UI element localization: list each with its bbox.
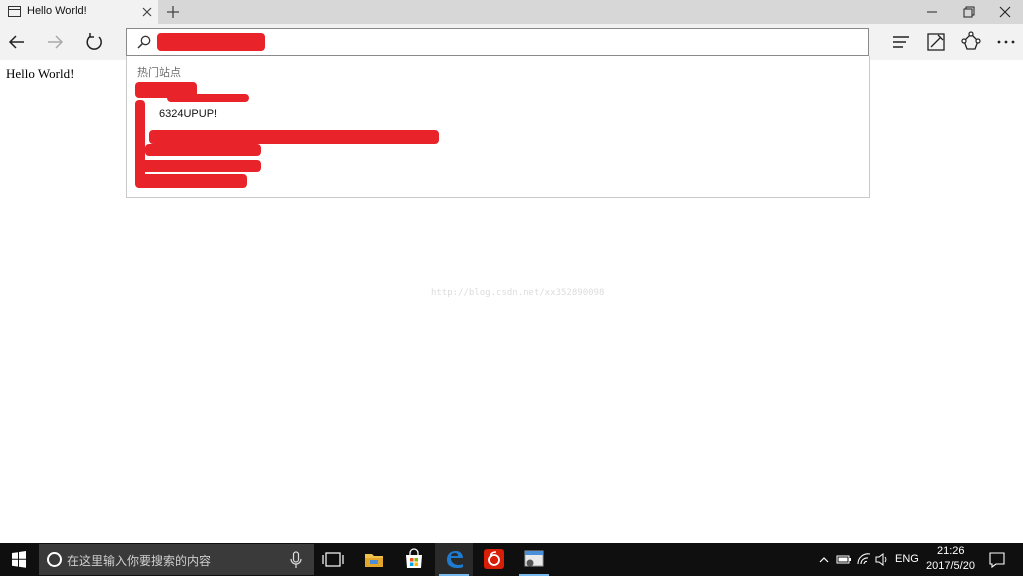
cortana-icon xyxy=(47,552,62,567)
refresh-icon[interactable] xyxy=(81,29,107,55)
suggestion-item[interactable]: 6324UPUP! xyxy=(159,108,217,120)
clock-time[interactable]: 21:26 xyxy=(937,545,965,557)
forward-arrow-icon[interactable] xyxy=(42,29,68,55)
back-arrow-icon[interactable] xyxy=(4,29,30,55)
more-options-icon[interactable] xyxy=(993,29,1019,55)
taskbar: 在这里输入你要搜索的内容 ENG 21:26 2017/5/20 xyxy=(0,543,1023,576)
microphone-icon[interactable] xyxy=(289,551,303,569)
page-body-text: Hello World! xyxy=(6,66,75,81)
taskbar-search-box[interactable]: 在这里输入你要搜索的内容 xyxy=(39,544,314,575)
tab-title: Hello World! xyxy=(27,5,87,17)
title-bar: Hello World! xyxy=(0,0,1023,24)
browser-window: Hello World! Hello World! http://blog.cs… xyxy=(0,0,1023,576)
netease-music-taskbar-button[interactable] xyxy=(475,543,513,576)
close-window-icon[interactable] xyxy=(987,0,1023,24)
battery-icon[interactable] xyxy=(835,543,853,576)
wifi-icon[interactable] xyxy=(855,543,873,576)
redaction-mark xyxy=(135,174,247,188)
store-icon[interactable] xyxy=(395,543,433,576)
file-explorer-icon[interactable] xyxy=(355,543,393,576)
restore-icon[interactable] xyxy=(950,0,986,24)
top-sites-heading: 热门站点 xyxy=(137,66,181,79)
task-view-icon[interactable] xyxy=(314,543,352,576)
search-icon xyxy=(137,35,151,49)
redaction-mark xyxy=(149,130,439,144)
close-tab-icon[interactable] xyxy=(140,4,154,20)
edge-icon xyxy=(447,551,463,568)
netease-music-icon xyxy=(484,549,504,569)
app-window-taskbar-button[interactable] xyxy=(515,543,553,576)
volume-icon[interactable] xyxy=(873,543,891,576)
tab-hello-world[interactable]: Hello World! xyxy=(0,0,158,24)
show-hidden-icons-chevron-icon[interactable] xyxy=(816,543,832,576)
edge-taskbar-button[interactable] xyxy=(435,543,473,576)
new-tab-icon[interactable] xyxy=(164,2,182,22)
web-note-icon[interactable] xyxy=(923,29,949,55)
address-suggestions-dropdown: 热门站点 6324UPUP! xyxy=(126,56,870,198)
windows-start-icon[interactable] xyxy=(0,543,38,576)
redaction-mark xyxy=(145,144,261,156)
share-icon[interactable] xyxy=(958,29,984,55)
clock-date[interactable]: 2017/5/20 xyxy=(926,560,975,572)
taskbar-search-placeholder: 在这里输入你要搜索的内容 xyxy=(67,554,212,568)
redaction-mark xyxy=(141,160,261,172)
input-language-indicator[interactable]: ENG xyxy=(895,553,919,565)
redaction-mark xyxy=(167,94,249,102)
redaction-mark xyxy=(157,33,265,51)
page-icon xyxy=(8,6,21,17)
hub-icon[interactable] xyxy=(888,29,914,55)
address-bar[interactable] xyxy=(126,28,869,56)
action-center-icon[interactable] xyxy=(985,543,1009,576)
watermark-text: http://blog.csdn.net/xx352890098 xyxy=(431,288,605,298)
minimize-icon[interactable] xyxy=(914,0,950,24)
app-window-icon xyxy=(524,550,544,567)
navigation-bar xyxy=(0,24,1023,60)
